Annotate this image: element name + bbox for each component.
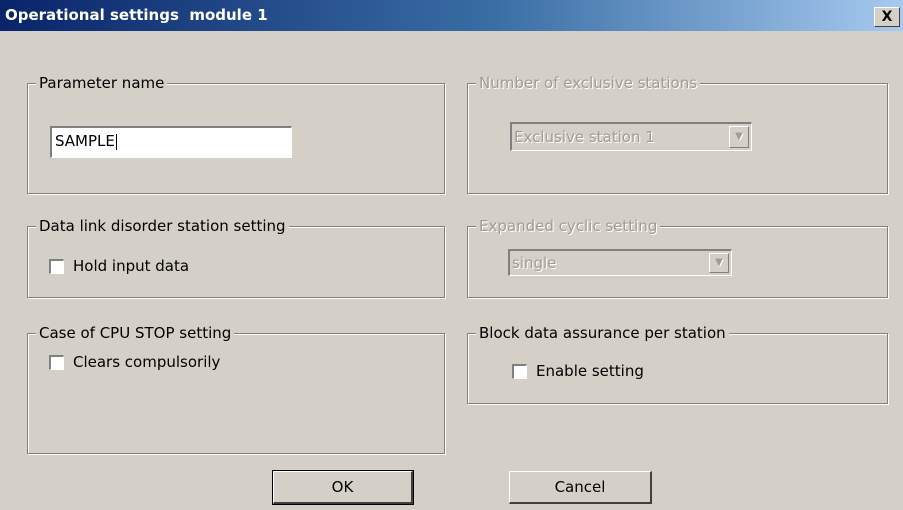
window-title: Operational settings module 1	[5, 6, 268, 24]
close-button[interactable]: X	[874, 7, 900, 27]
expanded-cyclic-value: single	[512, 254, 557, 272]
parameter-name-label: Parameter name	[36, 73, 168, 93]
block-data-group: Block data assurance per station Enable …	[467, 323, 888, 404]
expanded-cyclic-select: single ▼	[508, 249, 732, 276]
ok-button[interactable]: OK	[272, 470, 414, 505]
exclusive-stations-group: Number of exclusive stations Exclusive s…	[467, 73, 888, 194]
data-link-label: Data link disorder station setting	[36, 216, 289, 236]
parameter-name-group: Parameter name SAMPLE	[27, 73, 445, 194]
exclusive-stations-select: Exclusive station 1 ▼	[510, 122, 752, 151]
clears-compulsorily-label: Clears compulsorily	[73, 353, 221, 371]
cpu-stop-label: Case of CPU STOP setting	[36, 323, 235, 343]
expanded-cyclic-group: Expanded cyclic setting single ▼	[467, 216, 888, 298]
chevron-down-icon: ▼	[729, 126, 749, 148]
text-caret	[115, 133, 117, 150]
enable-setting-option[interactable]: Enable setting	[512, 362, 644, 380]
block-data-label: Block data assurance per station	[476, 323, 729, 343]
hold-input-data-checkbox[interactable]	[49, 258, 64, 274]
cancel-button[interactable]: Cancel	[509, 471, 652, 504]
hold-input-data-label: Hold input data	[73, 257, 190, 275]
exclusive-stations-label: Number of exclusive stations	[476, 73, 701, 93]
chevron-down-icon: ▼	[709, 253, 729, 273]
hold-input-data-option[interactable]: Hold input data	[49, 257, 189, 275]
close-icon: X	[881, 9, 893, 25]
data-link-group: Data link disorder station setting Hold …	[27, 216, 445, 298]
parameter-name-value: SAMPLE	[55, 132, 115, 150]
clears-compulsorily-checkbox[interactable]	[49, 354, 64, 370]
clears-compulsorily-option[interactable]: Clears compulsorily	[49, 353, 220, 371]
enable-setting-label: Enable setting	[536, 362, 644, 380]
enable-setting-checkbox[interactable]	[512, 363, 527, 379]
cpu-stop-group: Case of CPU STOP setting Clears compulso…	[27, 323, 445, 454]
expanded-cyclic-label: Expanded cyclic setting	[476, 216, 661, 236]
parameter-name-input[interactable]: SAMPLE	[50, 126, 292, 158]
title-bar: Operational settings module 1 X	[0, 0, 903, 31]
exclusive-stations-value: Exclusive station 1	[514, 128, 655, 146]
